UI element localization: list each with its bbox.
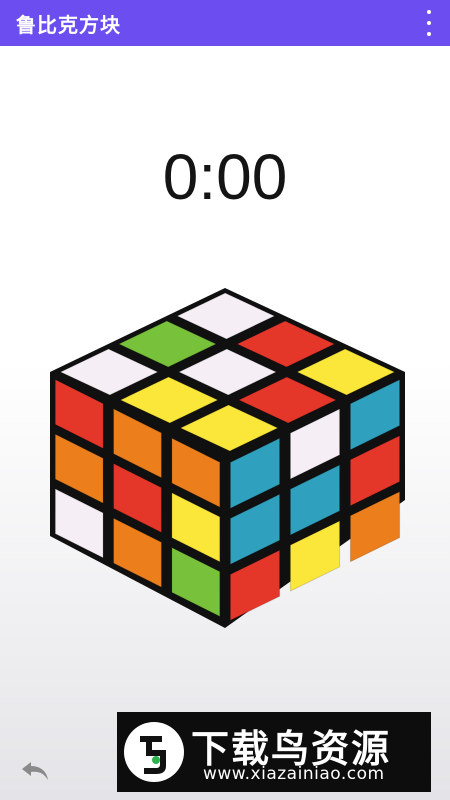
rubiks-cube[interactable] — [0, 0, 450, 800]
bird-logo-icon — [124, 722, 184, 782]
ad-url: www.xiazainiao.com — [203, 764, 385, 784]
undo-icon[interactable] — [20, 758, 52, 784]
watermark-banner: 下载鸟资源 www.xiazainiao.com — [117, 712, 431, 792]
